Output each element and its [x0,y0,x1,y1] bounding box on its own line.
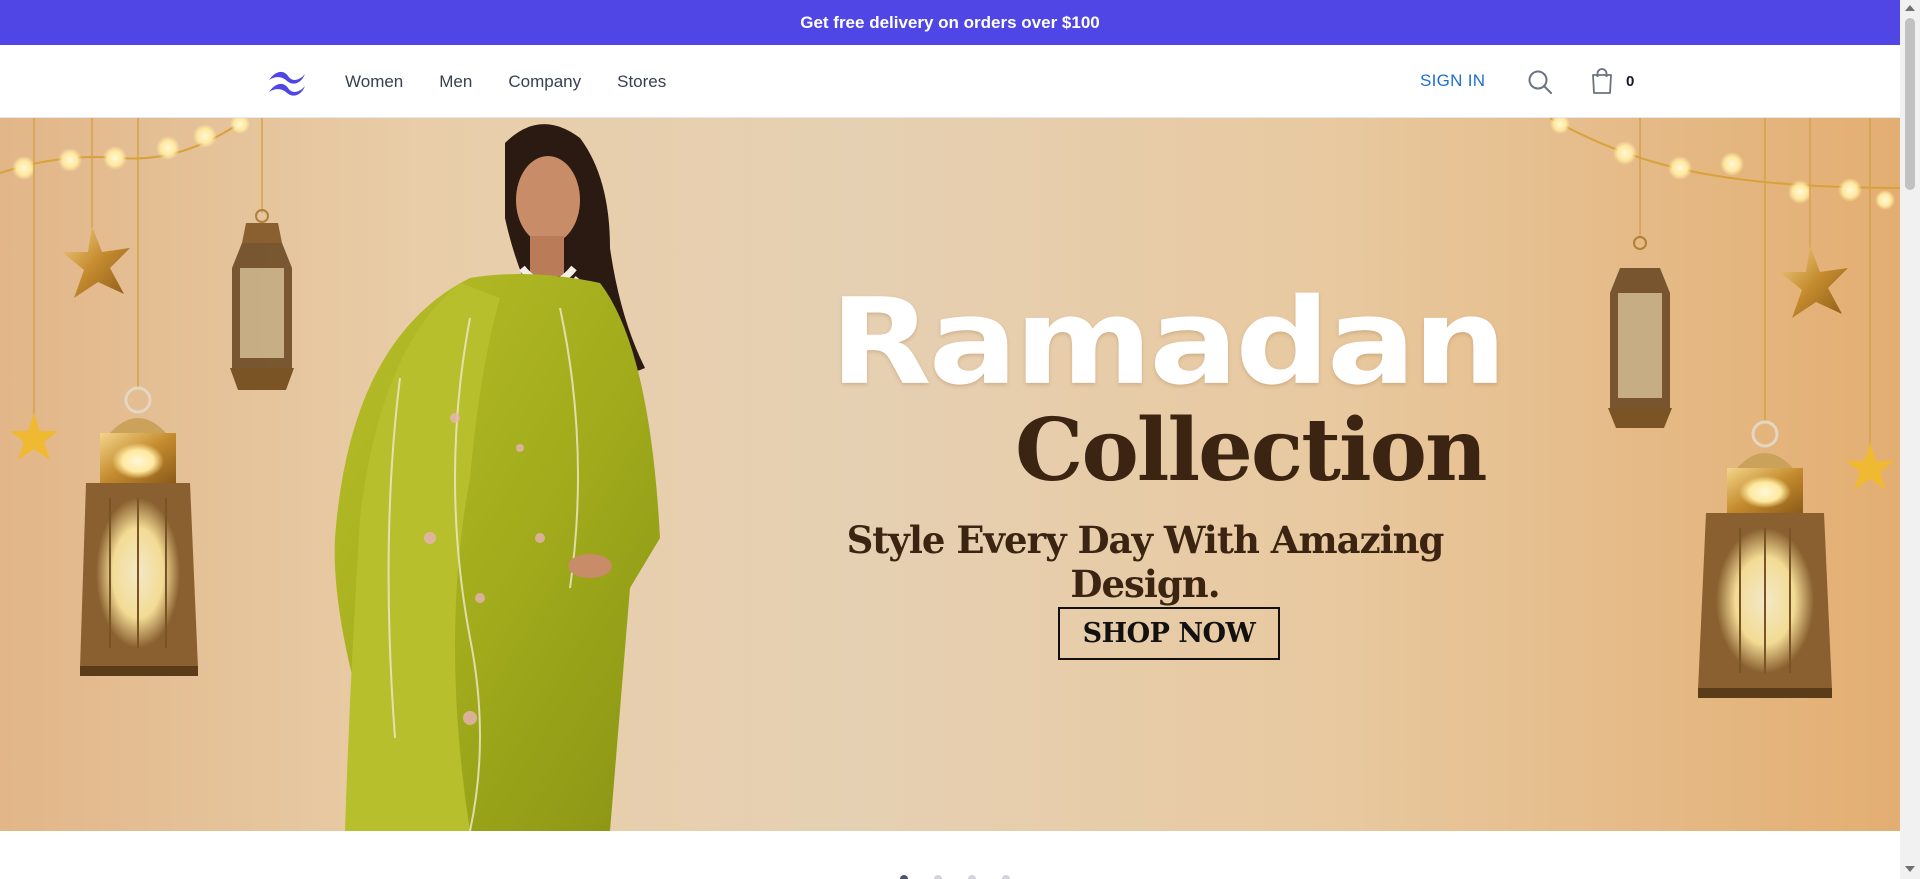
scrollbar-thumb[interactable] [1905,18,1915,190]
carousel-dot-3[interactable] [968,875,976,879]
carousel-indicators [900,875,1010,879]
cart-button[interactable]: 0 [1590,67,1634,95]
nav-links: Women Men Company Stores [345,45,666,118]
wave-logo-icon[interactable] [266,67,308,97]
search-icon[interactable] [1527,69,1553,95]
hero-title-ramadan: Ramadan [830,273,1507,412]
carousel-dot-1[interactable] [900,875,908,879]
cart-count: 0 [1626,72,1635,90]
model-figure [334,124,660,831]
announcement-text: Get free delivery on orders over $100 [800,12,1100,32]
sign-in-link[interactable]: SIGN IN [1420,71,1485,91]
page-scrollbar[interactable] [1900,0,1920,879]
shop-now-button[interactable]: SHOP NOW [1058,607,1280,660]
scroll-down-arrow-icon[interactable] [1905,866,1915,872]
nav-link-women[interactable]: Women [345,72,403,92]
hero-tagline: Style Every Day With Amazing Design. [846,518,1445,607]
announcement-bar: Get free delivery on orders over $100 [0,0,1900,45]
hero-banner: Ramadan Collection Style Every Day With … [0,118,1900,831]
nav-link-men[interactable]: Men [439,72,472,92]
main-navigation: Women Men Company Stores SIGN IN 0 [0,45,1900,118]
carousel-dot-4[interactable] [1002,875,1010,879]
shopping-bag-icon [1592,68,1612,94]
scroll-up-arrow-icon[interactable] [1905,5,1915,11]
carousel-dot-2[interactable] [934,875,942,879]
ramadan-decoration-illustration [0,118,1900,831]
nav-link-company[interactable]: Company [508,72,581,92]
nav-link-stores[interactable]: Stores [617,72,666,92]
hero-title-collection: Collection [1015,400,1488,501]
